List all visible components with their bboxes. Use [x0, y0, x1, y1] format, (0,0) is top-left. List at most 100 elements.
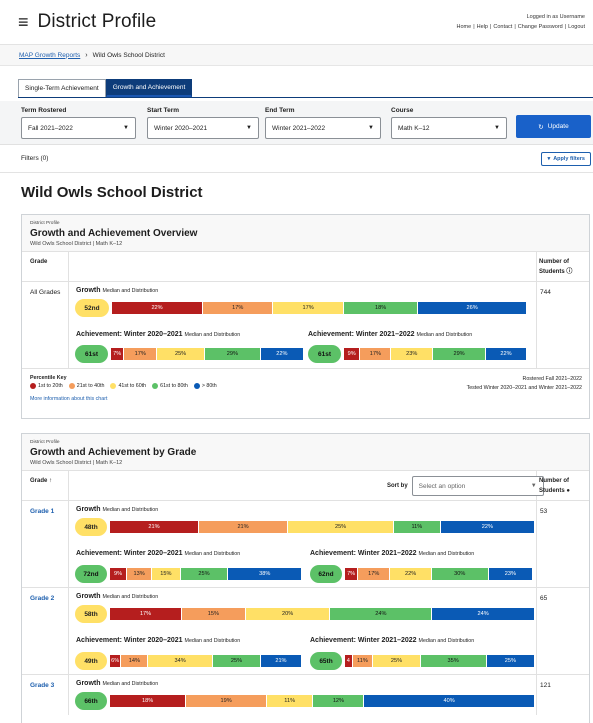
distribution-segment[interactable]: 7%: [345, 568, 359, 580]
apply-filters-button[interactable]: ▾ Apply filters: [541, 151, 591, 166]
start-term-select[interactable]: Winter 2020–2021 ▼: [147, 117, 259, 139]
distribution-segment[interactable]: 22%: [260, 348, 303, 360]
achievement-start-title: Achievement: Winter 2020–2021 Median and …: [76, 550, 240, 557]
distribution-segment[interactable]: 20%: [245, 608, 331, 620]
distribution-segment[interactable]: 17%: [273, 302, 344, 314]
grade-link[interactable]: Grade 1: [30, 508, 54, 515]
distribution-segment[interactable]: 25%: [373, 655, 421, 667]
tab-single-term-achievement[interactable]: Single-Term Achievement: [18, 79, 106, 97]
end-term-select[interactable]: Winter 2021–2022 ▼: [265, 117, 381, 139]
logged-in-text: Logged in as Username: [526, 13, 585, 20]
distribution-segment[interactable]: 13%: [127, 568, 153, 580]
growth-subtitle: Median and Distribution: [102, 507, 159, 513]
median-percentile-pill: 48th: [75, 518, 107, 536]
update-button[interactable]: ↻ Update: [516, 115, 591, 138]
link-contact[interactable]: Contact: [493, 24, 512, 30]
distribution-segment[interactable]: 14%: [121, 655, 149, 667]
course-select[interactable]: Math K–12 ▼: [391, 117, 507, 139]
median-percentile-pill: 52nd: [75, 299, 109, 317]
overview-title: Growth and Achievement Overview: [30, 228, 198, 239]
distribution-segment[interactable]: 17%: [110, 608, 183, 620]
term-rostered-select[interactable]: Fall 2021–2022 ▼: [21, 117, 136, 139]
growth-distribution: 52nd 22% 17% 17% 18% 26%: [75, 299, 526, 317]
distribution-segment[interactable]: 23%: [488, 568, 533, 580]
distribution-segment[interactable]: 15%: [182, 608, 246, 620]
distribution-segment[interactable]: 35%: [420, 655, 487, 667]
key-item: 61st to 80th: [152, 383, 188, 389]
median-percentile-pill: 66th: [75, 692, 107, 710]
distribution-segment[interactable]: 38%: [228, 568, 301, 580]
distribution-segment[interactable]: 30%: [431, 568, 489, 580]
distribution-segment[interactable]: 18%: [110, 695, 187, 707]
ach-start-subtitle: Median and Distribution: [184, 551, 241, 557]
distribution-bar: 7% 17% 25% 29% 22%: [111, 348, 303, 360]
distribution-segment[interactable]: 11%: [266, 695, 314, 707]
distribution-segment[interactable]: 29%: [205, 348, 261, 360]
report-tabs: Single-Term Achievement Growth and Achie…: [18, 79, 593, 97]
distribution-segment[interactable]: 26%: [418, 302, 526, 314]
distribution-segment[interactable]: 4: [345, 655, 353, 667]
distribution-segment[interactable]: 22%: [440, 521, 534, 533]
link-help[interactable]: Help: [477, 24, 488, 30]
distribution-segment[interactable]: 25%: [180, 568, 229, 580]
grade-link[interactable]: Grade 3: [30, 682, 54, 689]
distribution-segment[interactable]: 9%: [344, 348, 361, 360]
start-term-value: Winter 2020–2021: [154, 124, 208, 132]
distribution-segment[interactable]: 17%: [124, 348, 158, 360]
distribution-segment[interactable]: 9%: [110, 568, 128, 580]
distribution-segment[interactable]: 7%: [111, 348, 125, 360]
chevron-down-icon: ▼: [123, 125, 129, 131]
distribution-segment[interactable]: 21%: [110, 521, 200, 533]
distribution-segment[interactable]: 25%: [486, 655, 534, 667]
distribution-segment[interactable]: 17%: [203, 302, 274, 314]
distribution-segment[interactable]: 19%: [186, 695, 267, 707]
distribution-segment[interactable]: 12%: [313, 695, 365, 707]
distribution-segment[interactable]: 11%: [394, 521, 441, 533]
distribution-segment[interactable]: 25%: [288, 521, 395, 533]
distribution-segment[interactable]: 25%: [157, 348, 206, 360]
distribution-segment[interactable]: 29%: [433, 348, 486, 360]
distribution-segment[interactable]: 24%: [330, 608, 433, 620]
distribution-segment[interactable]: 6%: [110, 655, 122, 667]
distribution-segment[interactable]: 22%: [112, 302, 204, 314]
chevron-down-icon: ▼: [368, 125, 374, 131]
info-icon[interactable]: ⓘ: [566, 269, 572, 275]
key-label: 61st to 80th: [160, 383, 188, 389]
growth-title-text: Growth: [76, 593, 101, 600]
chevron-down-icon: ▼: [494, 125, 500, 131]
report-terms: Rostered Fall 2021–2022 Tested Winter 20…: [467, 375, 582, 394]
distribution-bar: 4 11% 25% 35% 25%: [345, 655, 534, 667]
link-home[interactable]: Home: [457, 24, 472, 30]
breadcrumb-root-link[interactable]: MAP Growth Reports: [19, 52, 80, 59]
col-number-label: Number of Students: [539, 478, 569, 494]
growth-title-text: Growth: [76, 680, 101, 687]
hamburger-menu-icon[interactable]: ≡: [18, 13, 29, 31]
distribution-segment[interactable]: 22%: [390, 568, 432, 580]
more-info-link[interactable]: More information about this chart: [30, 396, 107, 402]
distribution-segment[interactable]: 25%: [213, 655, 261, 667]
link-change-password[interactable]: Change Password: [518, 24, 563, 30]
growth-subtitle: Median and Distribution: [102, 594, 159, 600]
distribution-segment[interactable]: 23%: [391, 348, 434, 360]
info-icon[interactable]: ●: [566, 488, 570, 494]
link-logout[interactable]: Logout: [568, 24, 585, 30]
distribution-segment[interactable]: 18%: [343, 302, 419, 314]
grade-row: Grade 2 65 Growth Median and Distribution…: [22, 588, 589, 675]
distribution-segment[interactable]: 24%: [432, 608, 534, 620]
grade-link[interactable]: Grade 2: [30, 595, 54, 602]
distribution-bar: 17% 15% 20% 24% 24%: [110, 608, 534, 620]
ach-end-title-text: Achievement: Winter 2021–2022: [308, 331, 415, 338]
col-grade-sortable[interactable]: Grade ↑: [30, 478, 52, 484]
distribution-segment[interactable]: 11%: [352, 655, 374, 667]
end-term-control: End Term Winter 2021–2022 ▼: [265, 107, 381, 139]
distribution-segment[interactable]: 21%: [260, 655, 301, 667]
distribution-segment[interactable]: 21%: [199, 521, 289, 533]
distribution-segment[interactable]: 15%: [152, 568, 181, 580]
distribution-segment[interactable]: 17%: [360, 348, 392, 360]
distribution-segment[interactable]: 34%: [148, 655, 214, 667]
sort-by-select[interactable]: Select an option ▼: [411, 476, 544, 496]
distribution-segment[interactable]: 17%: [358, 568, 391, 580]
tab-growth-and-achievement[interactable]: Growth and Achievement: [105, 79, 193, 97]
distribution-segment[interactable]: 40%: [364, 695, 534, 707]
distribution-segment[interactable]: 22%: [485, 348, 526, 360]
